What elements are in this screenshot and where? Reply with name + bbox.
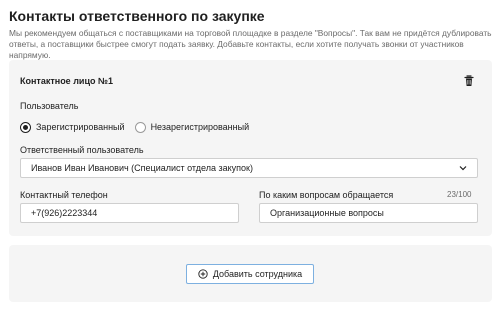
contact-card: Контактное лицо №1 Пользователь Зарегист… xyxy=(9,60,492,236)
add-employee-button[interactable]: Добавить сотрудника xyxy=(186,264,314,284)
questions-counter: 23/100 xyxy=(447,190,472,199)
phone-input[interactable]: +7(926)2223344 xyxy=(20,203,239,223)
responsible-user-select[interactable]: Иванов Иван Иванович (Специалист отдела … xyxy=(20,158,478,178)
radio-unregistered[interactable]: Незарегистрированный xyxy=(134,121,250,133)
add-employee-label: Добавить сотрудника xyxy=(212,269,303,279)
radio-unregistered-label: Незарегистрированный xyxy=(150,122,250,132)
chevron-down-icon xyxy=(459,164,467,172)
user-type-radio-group: Зарегистрированный Незарегистрированный xyxy=(20,120,249,134)
responsible-user-value: Иванов Иван Иванович (Специалист отдела … xyxy=(31,163,253,173)
radio-button[interactable] xyxy=(20,121,31,133)
add-employee-panel: Добавить сотрудника xyxy=(9,245,492,302)
plus-circle-icon xyxy=(198,269,208,279)
contact-card-title: Контактное лицо №1 xyxy=(20,76,114,86)
page-title: Контакты ответственного по закупке xyxy=(9,8,265,24)
phone-value: +7(926)2223344 xyxy=(31,208,98,218)
questions-label: По каким вопросам обращается xyxy=(259,190,394,200)
phone-label: Контактный телефон xyxy=(20,190,108,200)
page-description: Мы рекомендуем общаться с поставщиками н… xyxy=(9,28,492,60)
trash-icon[interactable] xyxy=(462,74,476,88)
responsible-user-label: Ответственный пользователь xyxy=(20,145,144,155)
questions-value: Организационные вопросы xyxy=(270,208,384,218)
radio-registered[interactable]: Зарегистрированный xyxy=(20,121,125,133)
radio-button[interactable] xyxy=(134,121,146,133)
user-type-label: Пользователь xyxy=(20,101,79,111)
questions-input[interactable]: Организационные вопросы xyxy=(259,203,478,223)
radio-registered-label: Зарегистрированный xyxy=(36,122,125,132)
